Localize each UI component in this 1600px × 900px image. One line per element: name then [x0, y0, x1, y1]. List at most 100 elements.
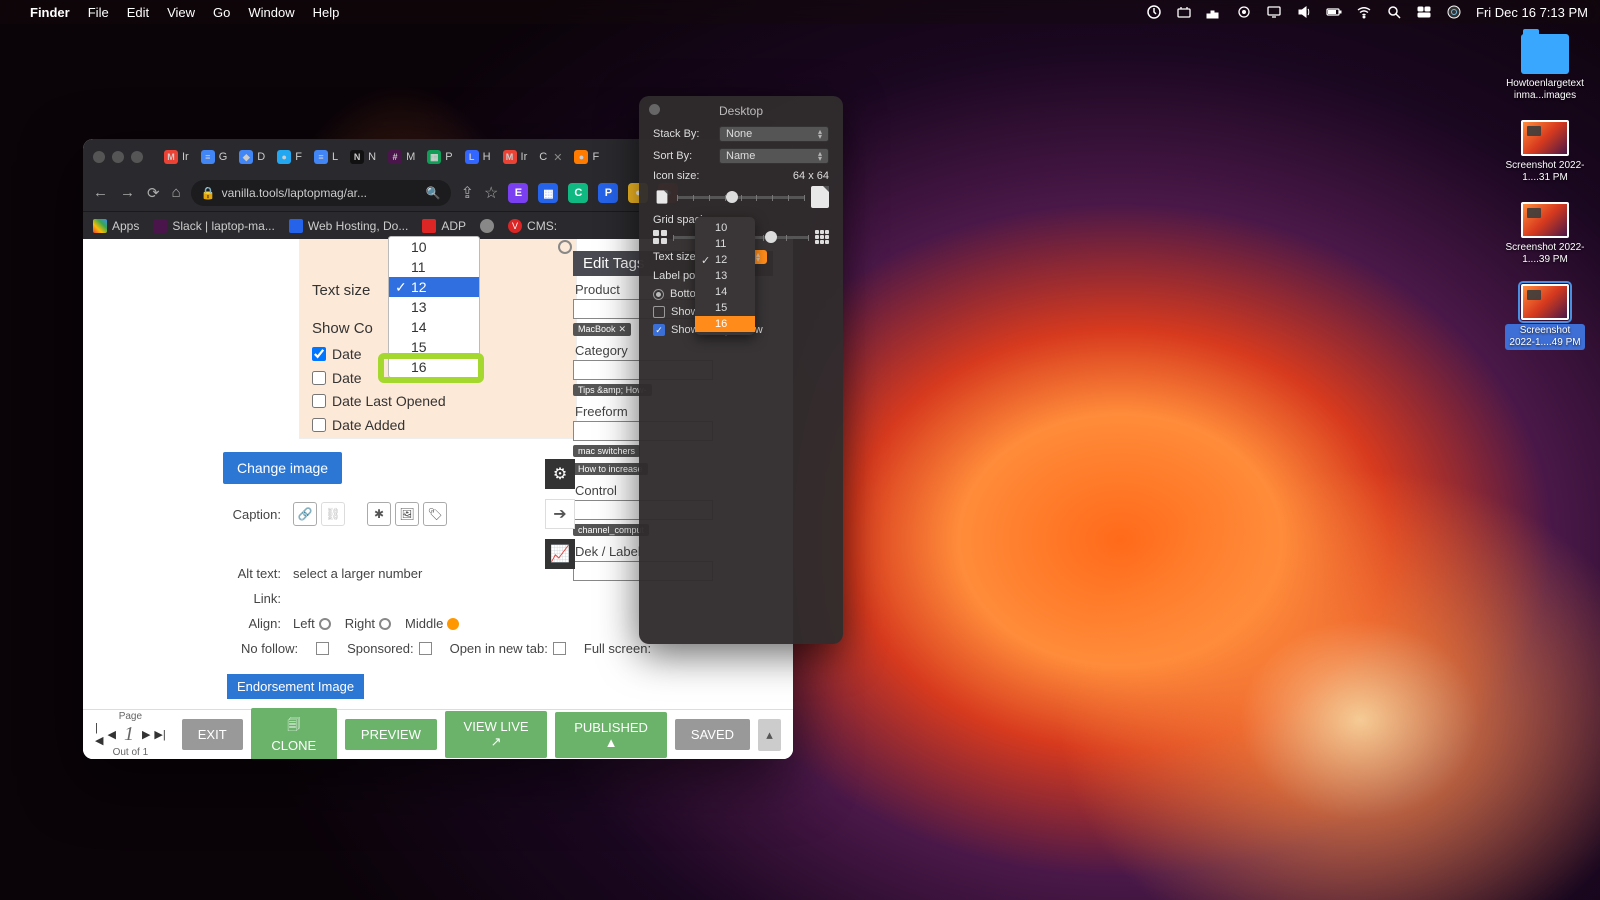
browser-tab[interactable]: C✕ — [534, 150, 567, 164]
date-opened-checkbox[interactable]: Date Last Opened — [312, 393, 446, 409]
exit-button[interactable]: EXIT — [182, 719, 243, 750]
product-tag[interactable]: MacBook✕ — [573, 323, 631, 336]
fullscreen-checkbox[interactable]: Full screen: — [584, 641, 651, 656]
menu-go[interactable]: Go — [213, 5, 230, 20]
image-icon[interactable]: 🖼 — [395, 502, 419, 526]
status-icon-2[interactable] — [1176, 4, 1192, 20]
text-size-option[interactable]: 15 — [695, 300, 755, 316]
alt-text-value[interactable]: select a larger number — [293, 566, 422, 581]
sort-by-select[interactable]: Name▴▾ — [719, 148, 829, 164]
browser-tab[interactable]: MIr — [498, 150, 533, 164]
control-center-icon[interactable] — [1416, 4, 1432, 20]
zoom-icon[interactable]: 🔍 — [426, 186, 441, 200]
bookmark-webhosting[interactable]: Web Hosting, Do... — [289, 219, 409, 233]
desktop-screenshot-3[interactable]: Screenshot 2022-1....49 PM — [1504, 284, 1586, 350]
minimize-button[interactable] — [112, 151, 124, 163]
display-icon[interactable] — [1266, 4, 1282, 20]
bookmark-slack[interactable]: Slack | laptop-ma... — [153, 219, 275, 233]
dropdown-up-button[interactable]: ▴ — [758, 719, 781, 751]
browser-tab[interactable]: ≡G — [196, 150, 233, 164]
first-page-button[interactable]: |◀ — [95, 722, 103, 747]
ext-icon[interactable]: ▦ — [538, 183, 558, 203]
icon-size-slider[interactable] — [653, 186, 829, 208]
nofollow-checkbox[interactable] — [316, 641, 329, 656]
dropdown-option[interactable]: 11 — [389, 257, 479, 277]
app-name[interactable]: Finder — [30, 5, 70, 20]
close-button[interactable] — [93, 151, 105, 163]
change-image-button[interactable]: Change image — [223, 452, 342, 484]
dropdown-option[interactable]: 13 — [389, 297, 479, 317]
asterisk-icon[interactable]: ✱ — [367, 502, 391, 526]
wifi-icon[interactable] — [1356, 4, 1372, 20]
menu-window[interactable]: Window — [248, 5, 294, 20]
status-icon-keys[interactable] — [1206, 4, 1222, 20]
star-icon[interactable]: ☆ — [484, 183, 498, 203]
text-size-option-highlighted[interactable]: 16 — [695, 316, 755, 332]
preview-button[interactable]: PREVIEW — [345, 719, 437, 750]
forward-button[interactable]: → — [120, 184, 135, 202]
last-page-button[interactable]: ▶| — [154, 728, 165, 741]
saved-button[interactable]: SAVED — [675, 719, 750, 750]
siri-icon[interactable] — [1446, 4, 1462, 20]
published-button[interactable]: PUBLISHED ▲ — [555, 712, 667, 758]
align-middle-radio[interactable]: Middle — [405, 616, 459, 631]
battery-icon[interactable] — [1326, 4, 1342, 20]
menu-help[interactable]: Help — [313, 5, 340, 20]
align-left-radio[interactable]: Left — [293, 616, 331, 631]
status-icon-4[interactable] — [1236, 4, 1252, 20]
ext-icon[interactable]: E — [508, 183, 528, 203]
newtab-checkbox[interactable]: Open in new tab: — [450, 641, 566, 656]
browser-tab[interactable]: ▦P — [422, 150, 457, 164]
text-size-option[interactable]: 13 — [695, 268, 755, 284]
chart-icon[interactable]: 📈 — [545, 539, 575, 569]
bookmark-cms[interactable]: VCMS: — [508, 219, 557, 233]
endorsement-image-button[interactable]: Endorsement Image — [227, 674, 364, 699]
close-button[interactable] — [649, 104, 660, 115]
clone-button[interactable]: 🗐 CLONE — [251, 708, 337, 759]
home-button[interactable]: ⌂ — [172, 184, 181, 202]
browser-tab[interactable]: ◆D — [234, 150, 270, 164]
date-modified-checkbox[interactable]: Date — [312, 346, 362, 362]
desktop-folder[interactable]: Howtoenlargetextinma...images — [1504, 34, 1586, 102]
back-button[interactable]: ← — [93, 184, 108, 202]
dropdown-option[interactable]: 16 — [389, 357, 479, 377]
dropdown-option[interactable]: 15 — [389, 337, 479, 357]
reload-button[interactable]: ⟳ — [147, 184, 160, 202]
desktop-screenshot-2[interactable]: Screenshot 2022-1....39 PM — [1504, 202, 1586, 266]
search-icon[interactable] — [1386, 4, 1402, 20]
date-created-checkbox[interactable]: Date — [312, 370, 362, 386]
ext-icon[interactable]: P — [598, 183, 618, 203]
address-bar[interactable]: 🔒 vanilla.tools/laptopmag/ar... 🔍 — [191, 180, 451, 206]
dropdown-option[interactable]: 10 — [389, 237, 479, 257]
bookmark-globe[interactable] — [480, 219, 494, 233]
browser-tab[interactable]: ●F — [272, 150, 307, 164]
menu-edit[interactable]: Edit — [127, 5, 149, 20]
menubar-datetime[interactable]: Fri Dec 16 7:13 PM — [1476, 5, 1588, 20]
view-live-button[interactable]: VIEW LIVE ↗ — [445, 711, 547, 758]
menu-view[interactable]: View — [167, 5, 195, 20]
sponsored-checkbox[interactable]: Sponsored: — [347, 641, 432, 656]
text-size-dropdown[interactable]: 10 11 12 13 14 15 16 — [388, 236, 480, 378]
browser-tab[interactable]: MIr — [159, 150, 194, 164]
text-size-option[interactable]: 14 — [695, 284, 755, 300]
bookmark-apps[interactable]: Apps — [93, 219, 139, 233]
volume-icon[interactable] — [1296, 4, 1312, 20]
settings-gear-icon[interactable]: ⚙ — [545, 459, 575, 489]
zoom-button[interactable] — [131, 151, 143, 163]
link-icon[interactable]: 🔗 — [293, 502, 317, 526]
stack-by-select[interactable]: None▴▾ — [719, 126, 829, 142]
browser-tab[interactable]: NN — [345, 150, 381, 164]
collapse-arrow-icon[interactable]: ➔ — [545, 499, 575, 529]
browser-tab[interactable]: ●F — [569, 150, 604, 164]
dropdown-option-selected[interactable]: 12 — [389, 277, 479, 297]
text-size-option-checked[interactable]: 12 — [695, 252, 755, 268]
text-size-option[interactable]: 11 — [695, 236, 755, 252]
date-added-checkbox[interactable]: Date Added — [312, 417, 405, 433]
dropdown-option[interactable]: 14 — [389, 317, 479, 337]
status-icon-1[interactable] — [1146, 4, 1162, 20]
text-size-option[interactable]: 10 — [695, 220, 755, 236]
align-right-radio[interactable]: Right — [345, 616, 391, 631]
browser-tab[interactable]: ≡L — [309, 150, 343, 164]
share-icon[interactable]: ⇪ — [461, 183, 474, 203]
browser-tab[interactable]: LH — [460, 150, 496, 164]
